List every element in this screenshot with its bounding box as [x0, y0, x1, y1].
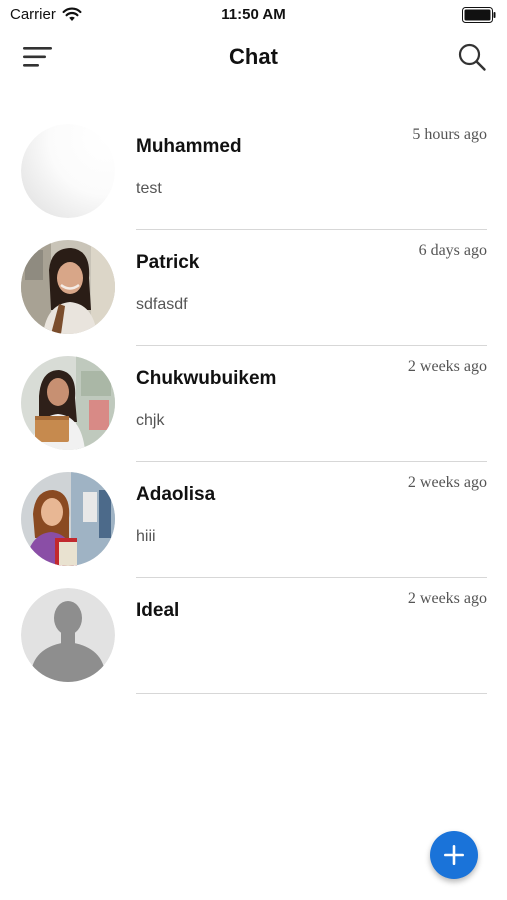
avatar	[21, 240, 115, 334]
message-preview: sdfasdf	[136, 296, 188, 313]
woman-photo-icon	[21, 472, 115, 566]
avatar	[21, 472, 115, 566]
conversation-row[interactable]: Patrick sdfasdf 6 days ago	[0, 230, 507, 346]
plus-icon	[444, 845, 464, 865]
conversation-body: Adaolisa hiii 2 weeks ago	[136, 462, 487, 578]
search-button[interactable]	[457, 42, 487, 72]
timestamp: 2 weeks ago	[407, 474, 487, 491]
message-preview: hiii	[136, 528, 156, 545]
woman-photo-icon	[21, 240, 115, 334]
contact-name: Adaolisa	[136, 484, 216, 505]
message-preview: test	[136, 180, 162, 197]
new-chat-button[interactable]	[430, 831, 478, 879]
contact-name: Chukwubuikem	[136, 368, 277, 389]
contact-name: Patrick	[136, 252, 200, 273]
message-preview: chjk	[136, 412, 165, 429]
timestamp: 2 weeks ago	[407, 590, 487, 607]
conversation-body: Muhammed test 5 hours ago	[136, 114, 487, 230]
default-user-icon	[21, 588, 115, 682]
status-time: 11:50 AM	[221, 6, 286, 23]
timestamp: 5 hours ago	[412, 126, 487, 143]
page-title: Chat	[229, 44, 278, 69]
battery-icon	[462, 7, 496, 23]
conversation-row[interactable]: Chukwubuikem chjk 2 weeks ago	[0, 346, 507, 462]
contact-name: Muhammed	[136, 136, 242, 157]
avatar	[21, 124, 115, 218]
navigation-bar: Chat	[0, 30, 507, 86]
conversation-row[interactable]: Muhammed test 5 hours ago	[0, 114, 507, 230]
status-bar: Carrier 11:50 AM	[0, 0, 507, 30]
search-icon	[458, 43, 486, 71]
conversation-body: Chukwubuikem chjk 2 weeks ago	[136, 346, 487, 462]
timestamp: 6 days ago	[418, 242, 487, 259]
avatar	[21, 356, 115, 450]
timestamp: 2 weeks ago	[407, 358, 487, 375]
conversation-body: Patrick sdfasdf 6 days ago	[136, 230, 487, 346]
conversation-row[interactable]: Ideal 2 weeks ago	[0, 578, 507, 694]
avatar	[21, 588, 115, 682]
conversation-row[interactable]: Adaolisa hiii 2 weeks ago	[0, 462, 507, 578]
conversation-list: Muhammed test 5 hours ago Patrick sdfasd…	[0, 114, 507, 694]
conversation-body: Ideal 2 weeks ago	[136, 578, 487, 694]
blank-avatar-icon	[21, 124, 115, 218]
contact-name: Ideal	[136, 600, 180, 621]
woman-photo-icon	[21, 356, 115, 450]
